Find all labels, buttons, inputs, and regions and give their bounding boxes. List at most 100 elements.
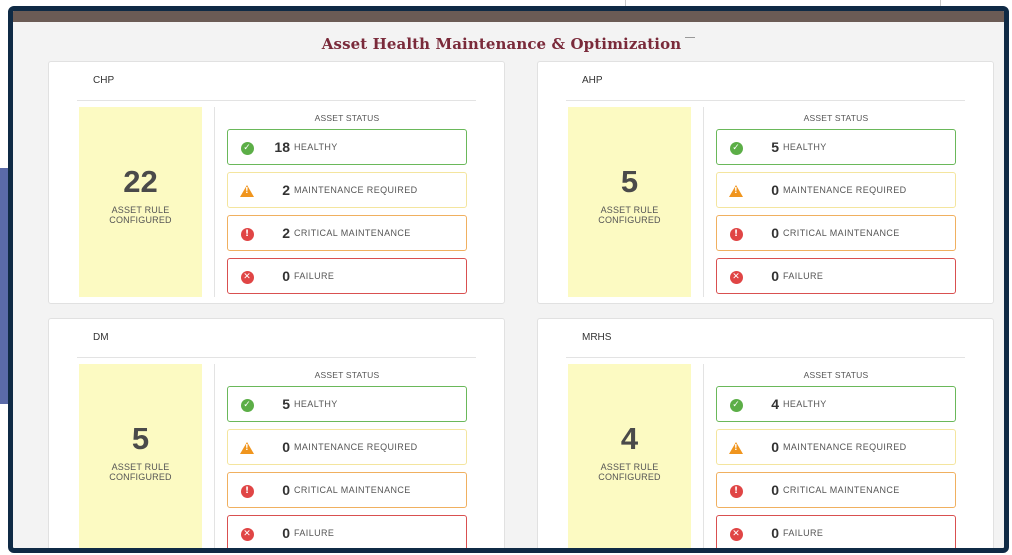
status-label: FAILURE	[294, 528, 335, 538]
status-critical-button[interactable]: ! 0 CRITICAL MAINTENANCE	[227, 472, 467, 508]
status-healthy-button[interactable]: ✓ 18 HEALTHY	[227, 129, 467, 165]
check-circle-icon: ✓	[240, 398, 254, 412]
status-maintenance-button[interactable]: ! 0 MAINTENANCE REQUIRED	[716, 429, 956, 465]
status-count: 5	[282, 396, 290, 412]
status-failure-button[interactable]: ✕ 0 FAILURE	[716, 515, 956, 548]
status-maintenance-button[interactable]: ! 2 MAINTENANCE REQUIRED	[227, 172, 467, 208]
rule-summary-panel[interactable]: 5 ASSET RULE CONFIGURED	[79, 364, 202, 548]
card-title: AHP	[582, 75, 603, 86]
status-failure-button[interactable]: ✕ 0 FAILURE	[716, 258, 956, 294]
status-label: HEALTHY	[783, 142, 827, 152]
status-count: 0	[771, 225, 779, 241]
vertical-divider	[703, 364, 704, 548]
status-healthy-button[interactable]: ✓ 4 HEALTHY	[716, 386, 956, 422]
status-healthy-button[interactable]: ✓ 5 HEALTHY	[227, 386, 467, 422]
rule-count: 5	[131, 421, 150, 456]
asset-card-chp: CHP 22 ASSET RULE CONFIGURED ASSET STATU…	[48, 61, 505, 304]
status-count: 0	[771, 182, 779, 198]
rule-count: 4	[620, 421, 639, 456]
asset-card-mrhs: MRHS 4 ASSET RULE CONFIGURED ASSET STATU…	[537, 318, 994, 548]
exclamation-circle-icon: !	[240, 227, 254, 241]
status-count: 18	[274, 139, 290, 155]
exclamation-circle-icon: !	[729, 227, 743, 241]
status-label: FAILURE	[783, 528, 824, 538]
rule-summary-panel[interactable]: 5 ASSET RULE CONFIGURED	[568, 107, 691, 297]
exclamation-circle-icon: !	[729, 484, 743, 498]
card-divider	[566, 357, 965, 358]
x-circle-icon: ✕	[729, 527, 743, 541]
status-heading: ASSET STATUS	[803, 113, 869, 123]
status-count: 0	[282, 525, 290, 541]
card-title: MRHS	[582, 332, 612, 343]
status-healthy-button[interactable]: ✓ 5 HEALTHY	[716, 129, 956, 165]
status-label: MAINTENANCE REQUIRED	[783, 442, 907, 452]
rule-label: ASSET RULE CONFIGURED	[598, 205, 661, 225]
rule-label: ASSET RULE CONFIGURED	[598, 462, 661, 482]
asset-card-ahp: AHP 5 ASSET RULE CONFIGURED ASSET STATUS…	[537, 61, 994, 304]
exclamation-circle-icon: !	[240, 484, 254, 498]
status-count: 0	[282, 439, 290, 455]
status-critical-button[interactable]: ! 2 CRITICAL MAINTENANCE	[227, 215, 467, 251]
status-label: HEALTHY	[294, 399, 338, 409]
x-circle-icon: ✕	[729, 270, 743, 284]
check-circle-icon: ✓	[729, 141, 743, 155]
status-count: 0	[771, 482, 779, 498]
window-top-bar	[13, 11, 1004, 22]
card-title: CHP	[93, 75, 115, 86]
warning-triangle-icon: !	[729, 184, 743, 198]
rule-label: ASSET RULE CONFIGURED	[109, 205, 172, 225]
status-count: 2	[282, 182, 290, 198]
vertical-divider	[703, 107, 704, 297]
rule-summary-panel[interactable]: 22 ASSET RULE CONFIGURED	[79, 107, 202, 297]
status-count: 5	[771, 139, 779, 155]
status-label: CRITICAL MAINTENANCE	[294, 228, 411, 238]
check-circle-icon: ✓	[240, 141, 254, 155]
card-title: DM	[93, 332, 109, 343]
rule-summary-panel[interactable]: 4 ASSET RULE CONFIGURED	[568, 364, 691, 548]
status-label: FAILURE	[294, 271, 335, 281]
x-circle-icon: ✕	[240, 270, 254, 284]
check-circle-icon: ✓	[729, 398, 743, 412]
status-maintenance-button[interactable]: ! 0 MAINTENANCE REQUIRED	[716, 172, 956, 208]
status-failure-button[interactable]: ✕ 0 FAILURE	[227, 515, 467, 548]
x-circle-icon: ✕	[240, 527, 254, 541]
status-critical-button[interactable]: ! 0 CRITICAL MAINTENANCE	[716, 215, 956, 251]
status-count: 0	[282, 268, 290, 284]
status-heading: ASSET STATUS	[314, 113, 380, 123]
warning-triangle-icon: !	[240, 184, 254, 198]
status-maintenance-button[interactable]: ! 0 MAINTENANCE REQUIRED	[227, 429, 467, 465]
warning-triangle-icon: !	[240, 441, 254, 455]
status-heading: ASSET STATUS	[803, 370, 869, 380]
status-label: MAINTENANCE REQUIRED	[783, 185, 907, 195]
asset-card-dm: DM 5 ASSET RULE CONFIGURED ASSET STATUS …	[48, 318, 505, 548]
asset-health-window: Asset Health Maintenance & Optimization …	[8, 6, 1009, 553]
warning-triangle-icon: !	[729, 441, 743, 455]
vertical-divider	[214, 107, 215, 297]
status-count: 0	[771, 525, 779, 541]
status-failure-button[interactable]: ✕ 0 FAILURE	[227, 258, 467, 294]
status-count: 0	[282, 482, 290, 498]
rule-count: 5	[620, 164, 639, 199]
status-count: 4	[771, 396, 779, 412]
rule-label: ASSET RULE CONFIGURED	[109, 462, 172, 482]
status-label: CRITICAL MAINTENANCE	[783, 485, 900, 495]
status-label: MAINTENANCE REQUIRED	[294, 185, 418, 195]
status-critical-button[interactable]: ! 0 CRITICAL MAINTENANCE	[716, 472, 956, 508]
card-divider	[77, 100, 476, 101]
status-count: 0	[771, 439, 779, 455]
page-title: Asset Health Maintenance & Optimization	[13, 35, 1004, 53]
status-label: HEALTHY	[783, 399, 827, 409]
card-divider	[77, 357, 476, 358]
status-label: FAILURE	[783, 271, 824, 281]
minimize-mark-icon[interactable]	[685, 36, 696, 38]
page-title-text: Asset Health Maintenance & Optimization	[321, 35, 682, 53]
status-label: CRITICAL MAINTENANCE	[294, 485, 411, 495]
card-divider	[566, 100, 965, 101]
vertical-divider	[214, 364, 215, 548]
status-label: CRITICAL MAINTENANCE	[783, 228, 900, 238]
status-count: 0	[771, 268, 779, 284]
status-label: HEALTHY	[294, 142, 338, 152]
status-heading: ASSET STATUS	[314, 370, 380, 380]
status-count: 2	[282, 225, 290, 241]
rule-count: 22	[123, 164, 158, 199]
